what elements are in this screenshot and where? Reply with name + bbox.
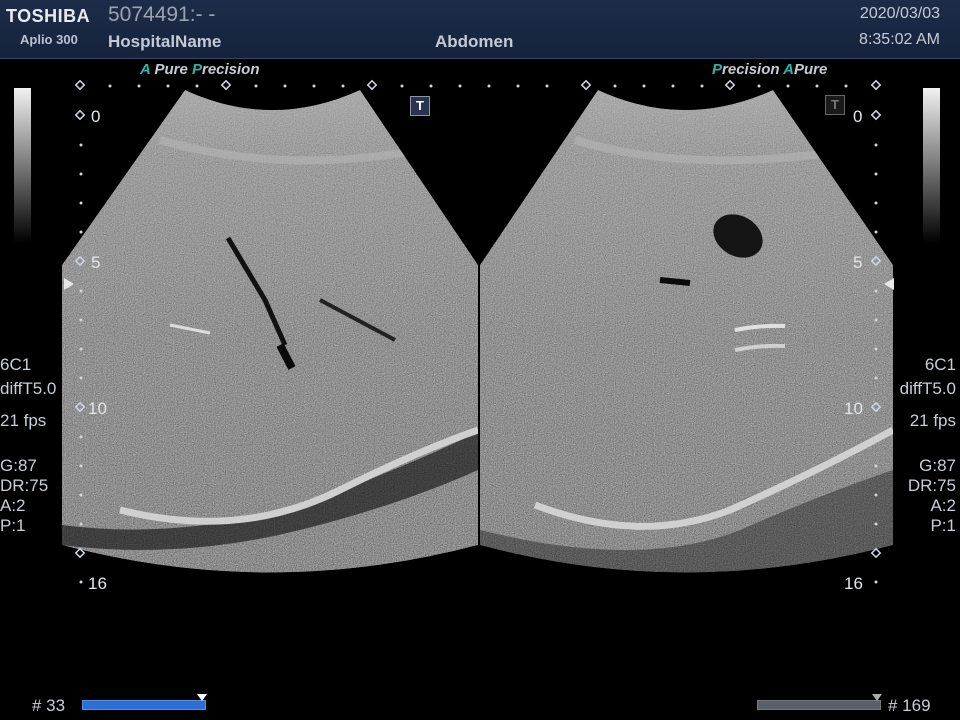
left-probe: 6C1 xyxy=(0,355,32,374)
right-depth-10: 10 xyxy=(844,399,863,418)
right-a-value: A:2 xyxy=(930,496,956,515)
left-depth-10: 10 xyxy=(88,399,107,418)
left-t-button[interactable]: T xyxy=(410,96,430,116)
left-cine-slider[interactable] xyxy=(82,700,206,710)
right-preset: diffT5.0 xyxy=(899,379,956,398)
right-depth-16: 16 xyxy=(844,574,863,593)
right-cine-progress xyxy=(757,700,881,710)
right-depth-0: 0 xyxy=(853,107,863,126)
right-probe: 6C1 xyxy=(924,355,956,374)
right-gain: G:87 xyxy=(919,456,956,475)
left-fps: 21 fps xyxy=(0,411,47,430)
left-grayscale-bar xyxy=(14,88,31,243)
left-frame-number: # 33 xyxy=(32,696,66,715)
right-depth-5: 5 xyxy=(853,253,863,272)
right-ultrasound-image xyxy=(480,90,893,573)
left-focus-marker xyxy=(64,278,74,290)
left-dynamic-range: DR:75 xyxy=(0,476,49,495)
left-cine-progress xyxy=(82,700,206,710)
right-dynamic-range: DR:75 xyxy=(907,476,956,495)
right-focus-marker xyxy=(884,278,894,290)
left-depth-0: 0 xyxy=(91,107,101,126)
left-preset: diffT5.0 xyxy=(0,379,57,398)
right-fps: 21 fps xyxy=(909,411,956,430)
left-p-value: P:1 xyxy=(0,516,26,535)
right-cine-handle[interactable] xyxy=(872,694,882,701)
right-grayscale-bar xyxy=(923,88,940,243)
left-depth-16: 16 xyxy=(88,574,107,593)
right-cine-slider[interactable] xyxy=(757,700,881,710)
ultrasound-display xyxy=(62,79,893,584)
left-cine-handle[interactable] xyxy=(197,694,207,701)
left-a-value: A:2 xyxy=(0,496,26,515)
right-p-value: P:1 xyxy=(930,516,956,535)
right-frame-number: # 169 xyxy=(888,696,931,715)
right-t-button[interactable]: T xyxy=(825,95,845,115)
left-ultrasound-image xyxy=(62,90,478,573)
left-depth-5: 5 xyxy=(91,253,101,272)
left-gain: G:87 xyxy=(0,456,37,475)
